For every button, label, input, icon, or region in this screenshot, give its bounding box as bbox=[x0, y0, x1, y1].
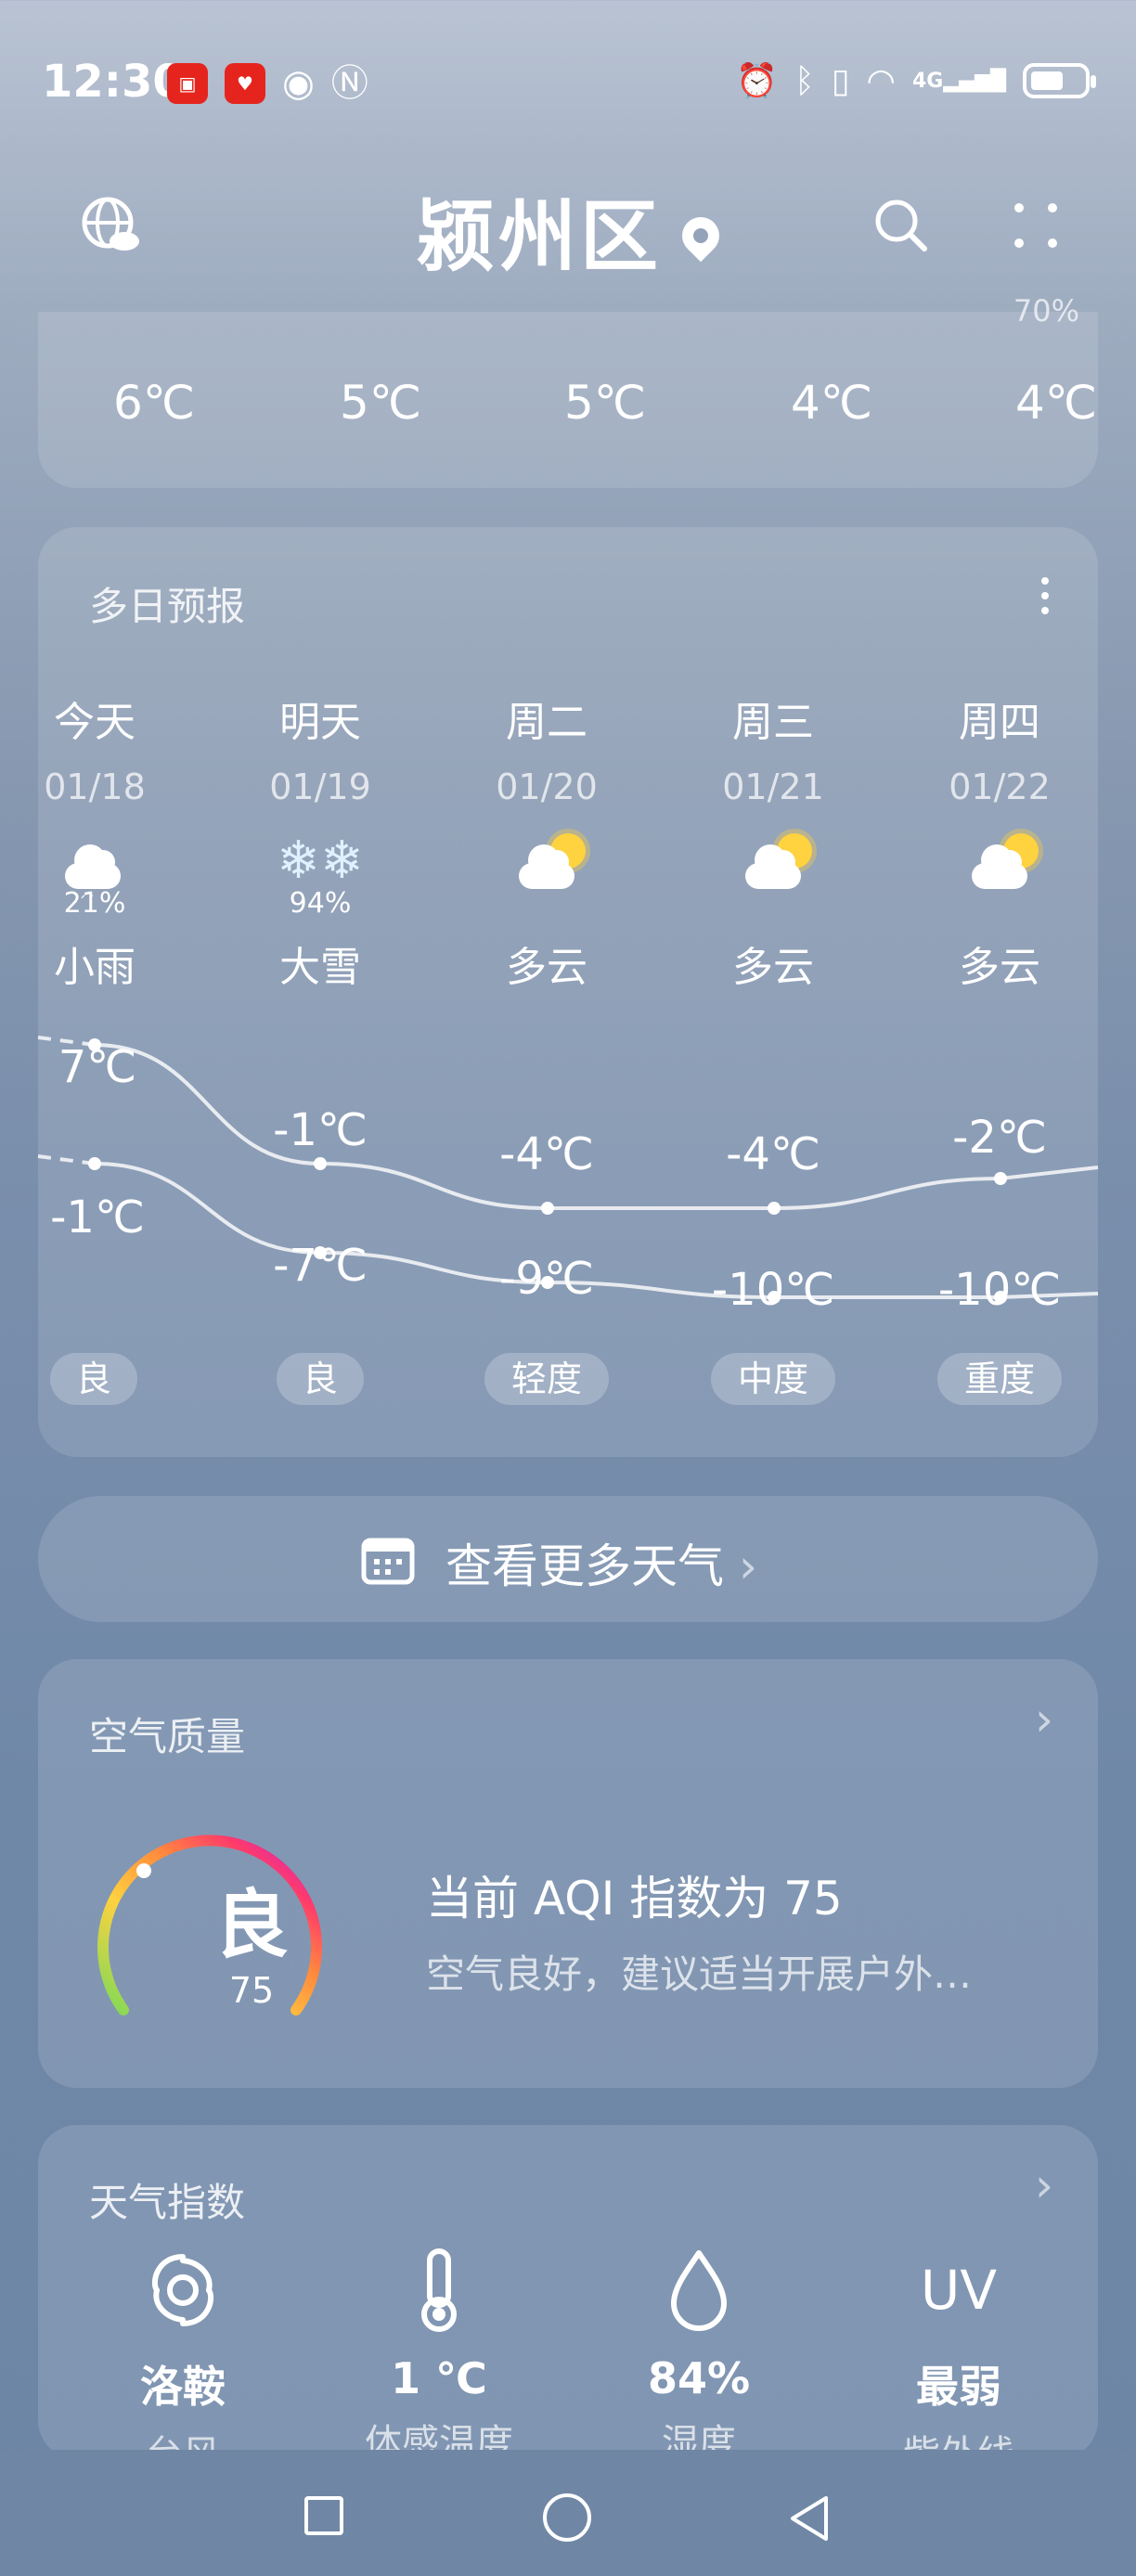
aqi-gauge-value: 75 bbox=[228, 1970, 275, 2011]
high-temp-point bbox=[994, 1172, 1007, 1185]
low-temp: -9℃ bbox=[499, 1253, 594, 1305]
aqi-gauge-label: 良 bbox=[214, 1882, 289, 1968]
index-value: 84% bbox=[647, 2353, 751, 2403]
high-temp-point bbox=[768, 1202, 781, 1215]
aqi-level-pill: 中度 bbox=[711, 1353, 835, 1405]
high-temp: -4℃ bbox=[726, 1128, 820, 1180]
high-temp: -4℃ bbox=[499, 1128, 594, 1180]
chevron-right-icon: › bbox=[738, 1539, 757, 1593]
home-button[interactable] bbox=[543, 2493, 591, 2542]
low-temp: -7℃ bbox=[273, 1240, 368, 1292]
high-temp: -1℃ bbox=[273, 1104, 368, 1156]
chevron-right-icon: › bbox=[1035, 2158, 1053, 2212]
high-temp: 7℃ bbox=[58, 1041, 137, 1093]
droplet-icon bbox=[587, 2246, 810, 2335]
calendar-icon bbox=[361, 1535, 415, 1585]
index-item[interactable]: UV 最弱 紫外线 bbox=[847, 2246, 1070, 2459]
air-quality-title: 空气质量 bbox=[89, 1714, 246, 1759]
more-weather-label: 查看更多天气 bbox=[445, 1539, 725, 1593]
index-item[interactable]: 1 ℃ 体感温度 bbox=[328, 2246, 550, 2459]
index-item[interactable]: 洛鞍 台风 bbox=[71, 2246, 294, 2459]
thermometer-icon bbox=[328, 2246, 550, 2335]
more-weather-button[interactable]: 查看更多天气 › bbox=[38, 1496, 1098, 1622]
recent-apps-button[interactable] bbox=[304, 2496, 343, 2535]
chevron-right-icon: › bbox=[1035, 1693, 1053, 1746]
weather-index-title: 天气指数 bbox=[89, 2180, 246, 2225]
index-value: 1 ℃ bbox=[391, 2353, 487, 2403]
low-temp: -10℃ bbox=[937, 1264, 1062, 1316]
high-temp-point bbox=[541, 1202, 554, 1215]
weather-index-card[interactable]: 天气指数 › 洛鞍 台风 1 ℃ 体感温度 84% 湿度 UV 最弱 紫外线 bbox=[38, 2125, 1098, 2459]
high-temp-point bbox=[314, 1157, 327, 1170]
aqi-level-pill: 重度 bbox=[937, 1353, 1062, 1405]
aqi-level-pill: 良 bbox=[277, 1353, 364, 1405]
low-temp: -1℃ bbox=[50, 1191, 145, 1243]
low-temp: -10℃ bbox=[711, 1264, 835, 1316]
low-temp-point bbox=[88, 1157, 101, 1170]
index-item[interactable]: 84% 湿度 bbox=[587, 2246, 810, 2459]
index-value: 洛鞍 bbox=[140, 2362, 226, 2412]
high-temp: -2℃ bbox=[952, 1112, 1047, 1164]
aqi-level-pill: 良 bbox=[50, 1353, 137, 1405]
back-button[interactable] bbox=[787, 2494, 832, 2546]
aqi-description: 空气良好，建议适当开展户外… bbox=[426, 1951, 973, 1997]
aqi-headline: 当前 AQI 指数为 75 bbox=[426, 1872, 843, 1926]
air-quality-card[interactable]: 空气质量 › 良 75 当前 AQI 指数为 75 空气良好，建议适当开展户外… bbox=[38, 1659, 1098, 2088]
typhoon-icon bbox=[71, 2246, 294, 2335]
uv-icon: UV bbox=[920, 2259, 998, 2322]
low-temp-lead-dash bbox=[37, 1154, 96, 1166]
aqi-level-pill: 轻度 bbox=[484, 1353, 609, 1405]
index-value: 最弱 bbox=[916, 2362, 1001, 2412]
system-nav-bar bbox=[0, 2450, 1136, 2576]
